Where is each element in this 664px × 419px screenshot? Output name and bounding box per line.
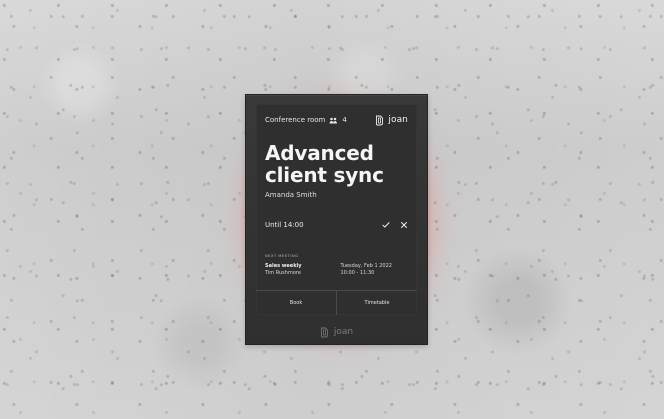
next-meeting-host: Tim Rushmore <box>265 270 301 276</box>
book-button[interactable]: Book <box>256 291 336 315</box>
device-joan-logo-icon <box>320 327 328 337</box>
next-meeting-right: Tuesday, Feb 1 2022 10:00 - 11:30 <box>341 263 409 277</box>
screen-header: Conference room 4 joan <box>265 113 408 127</box>
room-display-device: Conference room 4 joan Advanced client s… <box>245 94 428 345</box>
next-meeting-label: NEXT MEETING <box>265 254 299 258</box>
meeting-actions <box>382 221 408 229</box>
device-bottom-brand: joan <box>246 324 427 340</box>
meeting-status-row: Until 14:00 <box>265 221 408 229</box>
meeting-title-line-2: client sync <box>265 163 384 187</box>
meeting-until: Until 14:00 <box>265 221 304 229</box>
room-meta: Conference room 4 <box>265 115 347 124</box>
timetable-button-label: Timetable <box>364 300 390 306</box>
device-brand-text: joan <box>333 327 354 337</box>
meeting-title-line-1: Advanced <box>265 141 374 165</box>
next-meeting-row: Sales weekly Tim Rushmore Tuesday, Feb 1… <box>265 263 408 277</box>
screen-brand: joan <box>375 115 408 126</box>
next-meeting-title: Sales weekly <box>265 263 302 269</box>
screen-footer: Book Timetable <box>256 290 417 315</box>
people-icon <box>329 117 338 123</box>
next-meeting-time: 10:00 - 11:30 <box>340 270 375 276</box>
joan-logo-icon <box>376 115 384 125</box>
book-button-label: Book <box>289 300 303 306</box>
meeting-title: Advanced client sync <box>265 142 405 186</box>
close-icon[interactable] <box>400 221 408 229</box>
next-meeting-left: Sales weekly Tim Rushmore <box>265 263 333 277</box>
room-capacity: 4 <box>342 115 347 124</box>
meeting-organizer: Amanda Smith <box>265 191 317 199</box>
check-icon[interactable] <box>382 221 390 229</box>
concrete-wall-background: Conference room 4 joan Advanced client s… <box>0 0 664 419</box>
room-display-screen: Conference room 4 joan Advanced client s… <box>256 104 417 315</box>
screen-brand-text: joan <box>388 114 408 125</box>
timetable-button[interactable]: Timetable <box>336 291 417 315</box>
room-name: Conference room <box>265 115 326 124</box>
next-meeting-date: Tuesday, Feb 1 2022 <box>340 263 392 269</box>
